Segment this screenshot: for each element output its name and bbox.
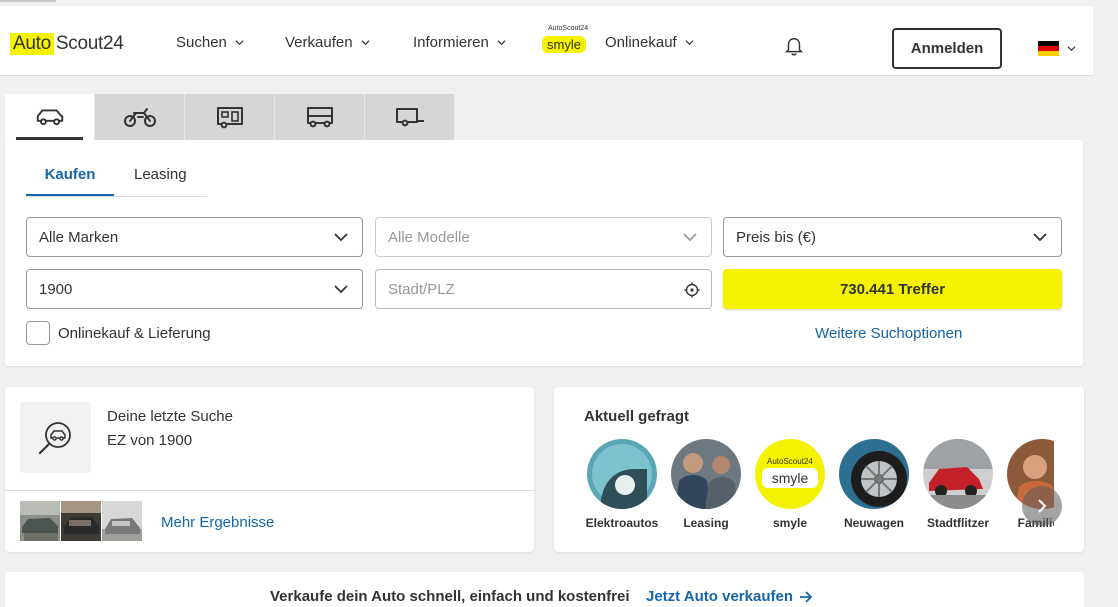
trending-list: Elektroautos Leasing AutoScout24 smyle s…: [585, 439, 1077, 530]
trending-label: Neuwagen: [843, 516, 904, 530]
chevron-down-icon: [334, 285, 348, 294]
camper-icon: [216, 107, 243, 129]
tab-car[interactable]: [5, 94, 95, 140]
bell-icon[interactable]: [783, 36, 805, 58]
sell-car-link-label: Jetzt Auto verkaufen: [646, 588, 793, 605]
smyle-word: smyle: [542, 36, 586, 53]
year-select-value: 1900: [39, 280, 73, 298]
vehicle-type-tabs: [5, 94, 455, 140]
smyle-logo[interactable]: AutoScout24 smyle: [542, 25, 594, 59]
chevron-down-icon: [334, 233, 348, 242]
tab-leasing[interactable]: Leasing: [134, 162, 187, 196]
chevron-down-icon: [1033, 233, 1047, 242]
last-search-card: Deine letzte Suche EZ von 1900 Mehr Erge…: [5, 387, 534, 552]
price-select[interactable]: Preis bis (€): [723, 217, 1062, 257]
truck-icon: [306, 107, 333, 128]
magnifier-car-icon: [38, 421, 71, 454]
new-car-wheel-image: [839, 439, 909, 509]
price-select-value: Preis bis (€): [736, 228, 817, 246]
chevron-down-icon: [361, 40, 370, 46]
arrow-right-icon: [799, 590, 813, 603]
nav-inform-label: Informieren: [413, 34, 489, 51]
electric-car-image: [587, 439, 657, 509]
more-results-link[interactable]: Mehr Ergebnisse: [161, 514, 274, 531]
chevron-down-icon: [235, 40, 244, 46]
trailer-icon: [395, 108, 424, 127]
chevron-right-icon: [1038, 499, 1047, 513]
smyle-image: AutoScout24 smyle: [755, 439, 825, 509]
car-thumbnail: [20, 501, 60, 541]
last-search-criteria: EZ von 1900: [107, 432, 193, 449]
car-thumbnail: [102, 501, 142, 541]
header: Auto Scout24 Suchen Verkaufen Informieren…: [0, 6, 1093, 76]
trending-card: Aktuell gefragt Elektroautos Leasing Aut…: [554, 387, 1084, 552]
last-search-title: Deine letzte Suche: [107, 408, 233, 425]
sell-banner-text: Verkaufe dein Auto schnell, einfach und …: [270, 588, 630, 605]
trending-label: Elektroautos: [585, 516, 659, 530]
nav-search-label: Suchen: [176, 34, 227, 51]
smyle-small-text: AutoScout24: [767, 457, 813, 466]
chevron-down-icon: [683, 233, 697, 242]
location-input-placeholder: Stadt/PLZ: [388, 280, 455, 298]
logo-scout: Scout24: [55, 33, 124, 54]
motorcycle-icon: [123, 108, 156, 127]
trending-item-smyle[interactable]: AutoScout24 smyle smyle: [755, 439, 825, 530]
show-results-button[interactable]: 730.441 Treffer: [723, 269, 1062, 309]
online-delivery-label[interactable]: Onlinekauf & Lieferung: [58, 325, 211, 342]
trending-label: Stadtflitzer: [926, 516, 989, 530]
germany-flag-icon[interactable]: [1038, 41, 1059, 56]
tab-truck[interactable]: [275, 94, 365, 140]
chevron-down-icon[interactable]: [1067, 44, 1076, 53]
buy-mode-tabs: Kaufen Leasing: [26, 162, 207, 197]
logo-auto: Auto: [10, 33, 54, 55]
chevron-down-icon: [685, 40, 694, 46]
tab-trailer[interactable]: [365, 94, 455, 140]
nav-inform[interactable]: Informieren: [413, 34, 506, 51]
trending-item-leasing[interactable]: Leasing: [671, 439, 741, 530]
trending-label: Leasing: [683, 516, 729, 530]
chevron-down-icon: [497, 40, 506, 46]
carousel-edge: [1054, 427, 1084, 552]
trending-title: Aktuell gefragt: [584, 408, 690, 425]
trending-item-city-cars[interactable]: Stadtflitzer: [923, 439, 993, 530]
logo[interactable]: Auto Scout24: [10, 30, 124, 58]
make-select-value: Alle Marken: [39, 228, 119, 246]
car-thumbnail: [61, 501, 101, 541]
search-panel: Kaufen Leasing Alle Marken Alle Modelle …: [5, 140, 1083, 366]
trending-label: smyle: [772, 516, 808, 530]
make-select[interactable]: Alle Marken: [26, 217, 363, 257]
trending-item-new-cars[interactable]: Neuwagen: [839, 439, 909, 530]
carousel-next-button[interactable]: [1022, 486, 1062, 526]
nav-online-buy-label: Onlinekauf: [605, 34, 677, 51]
tab-camper[interactable]: [185, 94, 275, 140]
nav-online-buy[interactable]: Onlinekauf: [605, 34, 694, 51]
login-button[interactable]: Anmelden: [892, 28, 1002, 69]
smyle-word: smyle: [762, 468, 818, 488]
model-select[interactable]: Alle Modelle: [375, 217, 712, 257]
location-input[interactable]: Stadt/PLZ: [375, 269, 712, 309]
tab-buy[interactable]: Kaufen: [26, 162, 114, 196]
divider: [5, 490, 534, 491]
nav-sell[interactable]: Verkaufen: [285, 34, 370, 51]
smyle-small-text: AutoScout24: [548, 25, 589, 32]
city-car-image: [923, 439, 993, 509]
top-line: [0, 0, 56, 2]
tab-motorcycle[interactable]: [95, 94, 185, 140]
result-thumbnails[interactable]: [20, 501, 142, 541]
crosshair-icon[interactable]: [684, 282, 700, 298]
year-select[interactable]: 1900: [26, 269, 363, 309]
sell-car-link[interactable]: Jetzt Auto verkaufen: [646, 588, 813, 605]
search-car-icon-box: [20, 402, 91, 473]
sell-banner: Verkaufe dein Auto schnell, einfach und …: [5, 572, 1084, 607]
model-select-placeholder: Alle Modelle: [388, 228, 470, 246]
leasing-image: [671, 439, 741, 509]
more-search-options-link[interactable]: Weitere Suchoptionen: [815, 325, 962, 342]
trending-item-electric[interactable]: Elektroautos: [585, 439, 659, 530]
car-icon: [36, 109, 63, 126]
nav-sell-label: Verkaufen: [285, 34, 353, 51]
nav-search[interactable]: Suchen: [176, 34, 244, 51]
online-delivery-checkbox[interactable]: [26, 321, 50, 345]
